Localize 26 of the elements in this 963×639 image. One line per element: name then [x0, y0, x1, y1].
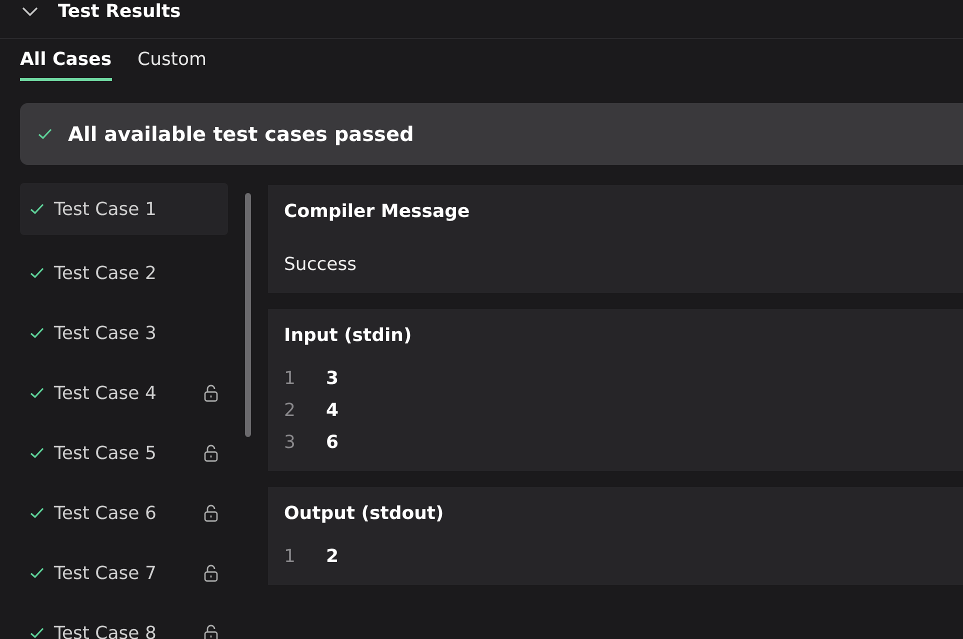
- section-title: Output (stdout): [284, 503, 445, 524]
- line-value: 4: [326, 400, 339, 421]
- section-title: Compiler Message: [284, 201, 471, 222]
- line-number: 1: [284, 546, 296, 567]
- compiler-message: Success: [284, 254, 358, 275]
- section-title: Input (stdin): [284, 325, 413, 346]
- scrollbar-thumb[interactable]: [245, 193, 251, 437]
- test-case-item[interactable]: Test Case 3: [20, 303, 228, 363]
- panel-title: Test Results: [58, 0, 181, 22]
- line-number: 3: [284, 432, 296, 453]
- test-case-item[interactable]: Test Case 1: [20, 183, 228, 235]
- line-number: 2: [284, 400, 296, 421]
- test-case-item[interactable]: Test Case 8: [20, 603, 228, 639]
- test-case-item[interactable]: Test Case 4: [20, 363, 228, 423]
- status-message: All available test cases passed: [68, 122, 414, 146]
- line-value: 2: [326, 546, 339, 567]
- test-case-item[interactable]: Test Case 7: [20, 543, 228, 603]
- line-number: 1: [284, 368, 296, 389]
- test-case-item[interactable]: Test Case 5: [20, 423, 228, 483]
- line-value: 3: [326, 368, 339, 389]
- test-case-item[interactable]: Test Case 2: [20, 243, 228, 303]
- test-case-item[interactable]: Test Case 6: [20, 483, 228, 543]
- tab[interactable]: Custom: [138, 49, 206, 81]
- line-value: 6: [326, 432, 339, 453]
- tab[interactable]: All Cases: [20, 49, 112, 81]
- chevron-down-icon[interactable]: [22, 6, 38, 16]
